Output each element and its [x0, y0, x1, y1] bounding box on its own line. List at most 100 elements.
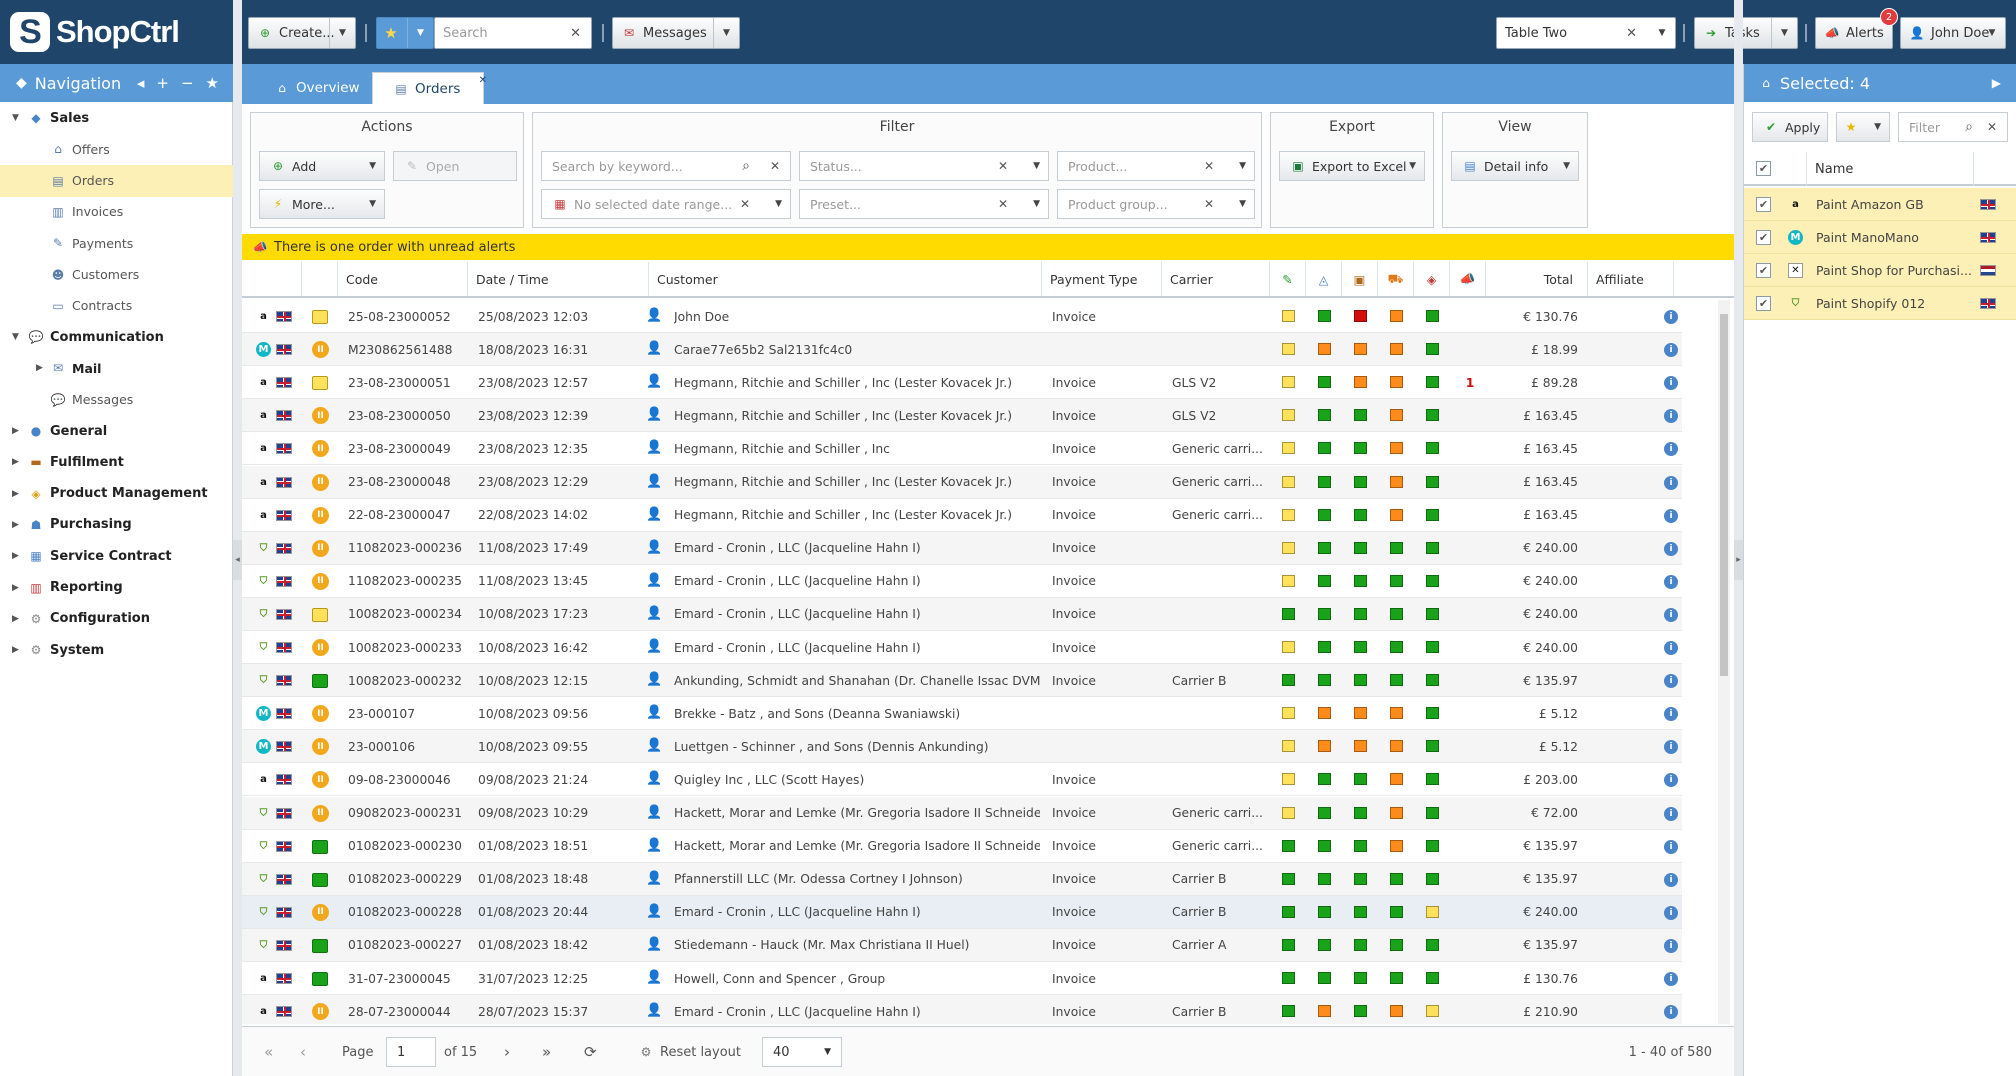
clear-icon[interactable]: ✕	[570, 26, 581, 41]
info-icon[interactable]: i	[1664, 839, 1678, 854]
chevron-down-icon[interactable]: ▼	[775, 199, 782, 209]
info-icon[interactable]: i	[1664, 310, 1678, 324]
table-row[interactable]: a II 23-08-23000048 23/08/2023 12:29 👤 Hegman…	[242, 465, 1682, 499]
sidebar-item-offers[interactable]: ⌂ Offers	[0, 133, 233, 165]
order-code[interactable]: 23-08-23000051	[348, 366, 473, 399]
search-input[interactable]: Search ✕	[434, 17, 592, 49]
clear-icon[interactable]: ✕	[740, 197, 750, 211]
grid-scrollbar[interactable]	[1718, 300, 1730, 1024]
caret-right-icon[interactable]: ▶	[12, 457, 19, 467]
clear-icon[interactable]: ✕	[1626, 26, 1637, 41]
tab-orders[interactable]: ▤ Orders ✕	[372, 72, 487, 104]
create-button[interactable]: ⊕ Create... ▼	[248, 17, 356, 49]
user-menu[interactable]: 👤 John Doe ▼	[1900, 17, 2006, 49]
order-code[interactable]: 01082023-000227	[348, 929, 473, 962]
total-column-header[interactable]: Total	[1486, 262, 1588, 296]
chevron-down-icon[interactable]: ▼	[824, 1047, 831, 1057]
tasks-button[interactable]: ➔ Tasks ▼	[1694, 17, 1798, 49]
order-code[interactable]: 22-08-23000047	[348, 499, 473, 532]
favorite-star-icon[interactable]: ★	[206, 74, 219, 92]
info-icon[interactable]: i	[1664, 806, 1678, 821]
info-icon[interactable]: i	[1664, 508, 1678, 523]
clear-icon[interactable]: ✕	[1987, 120, 1997, 134]
info-icon[interactable]: i	[1664, 938, 1678, 953]
chevron-down-icon[interactable]: ▼	[369, 161, 376, 171]
reset-layout-button[interactable]: ⚙ Reset layout	[638, 1027, 741, 1076]
caret-right-icon[interactable]: ▶	[12, 551, 19, 561]
caret-down-icon[interactable]: ▼	[12, 332, 19, 342]
order-code[interactable]: 23-08-23000049	[348, 432, 473, 465]
order-code[interactable]: 10082023-000234	[348, 598, 473, 631]
first-page-icon[interactable]: «	[264, 1027, 273, 1076]
product-select[interactable]: Product... ✕ ▼	[1057, 151, 1255, 181]
expand-all-icon[interactable]: +	[156, 74, 169, 92]
table-row[interactable]: ⛉ 10082023-000234 10/08/2023 17:23 👤 Emard -…	[242, 597, 1682, 631]
messages-button[interactable]: ✉ Messages ▼	[612, 17, 740, 49]
order-code[interactable]: 25-08-23000052	[348, 300, 473, 333]
add-button[interactable]: ⊕ Add ▼	[259, 151, 385, 181]
chevron-down-icon[interactable]: ▼	[1563, 161, 1570, 171]
collapse-all-icon[interactable]: −	[181, 74, 194, 92]
table-row[interactable]: a II 23-08-23000049 23/08/2023 12:35 👤 Hegman…	[242, 432, 1682, 466]
expand-right-icon[interactable]: ▶	[1992, 76, 2001, 90]
table-row[interactable]: ⛉ 01082023-000229 01/08/2023 18:48 👤 Pfanner…	[242, 862, 1682, 896]
page-size-select[interactable]: 40 ▼	[762, 1037, 842, 1067]
date-range-input[interactable]: ▦ No selected date range... ✕ ▼	[541, 189, 791, 219]
prev-page-icon[interactable]: ‹	[300, 1027, 306, 1076]
order-code[interactable]: M230862561488	[348, 333, 473, 366]
chevron-down-icon[interactable]: ▼	[1409, 161, 1416, 171]
chevron-down-icon[interactable]: ▼	[369, 199, 376, 209]
info-icon[interactable]: i	[1664, 541, 1678, 556]
row-checkbox[interactable]: ✔	[1756, 296, 1771, 311]
payment-type-column-header[interactable]: Payment Type	[1042, 262, 1162, 296]
chevron-down-icon[interactable]: ▼	[329, 18, 355, 48]
order-code[interactable]: 23-08-23000050	[348, 399, 473, 432]
chevron-down-icon[interactable]: ▼	[1033, 199, 1040, 209]
sidebar-item-communication[interactable]: ▼ 💬 Communication	[0, 321, 233, 353]
collapse-left-icon[interactable]: ◂	[137, 74, 145, 92]
selection-row[interactable]: ✔ ⛉ Paint Shopify 012	[1744, 287, 2016, 320]
more-button[interactable]: ⚡ More... ▼	[259, 189, 385, 219]
table-row[interactable]: a II 23-08-23000050 23/08/2023 12:39 👤 Hegman…	[242, 399, 1682, 433]
table-select[interactable]: Table Two ✕ ▼	[1496, 17, 1676, 49]
clear-icon[interactable]: ✕	[998, 159, 1008, 173]
favorites-button[interactable]: ★ ▼	[376, 17, 434, 49]
chevron-down-icon[interactable]: ▼	[713, 18, 739, 48]
next-page-icon[interactable]: ›	[504, 1027, 510, 1076]
tab-overview[interactable]: ⌂ Overview	[254, 72, 372, 104]
table-row[interactable]: ⛉ II 11082023-000235 11/08/2023 13:45 👤 Emard…	[242, 565, 1682, 598]
close-tab-icon[interactable]: ✕	[479, 75, 487, 86]
chevron-down-icon[interactable]: ▼	[1239, 161, 1246, 171]
table-row[interactable]: a II 28-07-23000044 28/07/2023 15:37 👤 Emard …	[242, 995, 1682, 1024]
info-icon[interactable]: i	[1664, 641, 1678, 655]
info-icon[interactable]: i	[1664, 872, 1678, 887]
tag-column-icon[interactable]: ◈	[1414, 262, 1450, 296]
info-icon[interactable]: i	[1664, 972, 1678, 986]
table-row[interactable]: ⛉ II 10082023-000233 10/08/2023 16:42 👤 Emard…	[242, 631, 1682, 664]
order-code[interactable]: 10082023-000233	[348, 631, 473, 664]
order-code[interactable]: 23-08-23000048	[348, 466, 473, 499]
alert-column-icon[interactable]: 📣	[1450, 262, 1486, 296]
sidebar-item-contracts[interactable]: ▭ Contracts	[0, 290, 233, 322]
refresh-icon[interactable]: ⟳	[584, 1027, 597, 1076]
row-checkbox[interactable]: ✔	[1756, 197, 1771, 212]
shopctrl-logo[interactable]: S ShopCtrl	[10, 10, 180, 54]
order-code[interactable]: 01082023-000230	[348, 830, 473, 863]
sidebar-item-orders[interactable]: ▤ Orders	[0, 164, 233, 197]
chevron-down-icon[interactable]: ▼	[1979, 18, 2005, 48]
clear-icon[interactable]: ✕	[770, 159, 780, 173]
sidebar-item-configuration[interactable]: ▶ ⚙ Configuration	[0, 603, 233, 635]
info-icon[interactable]: i	[1664, 475, 1678, 490]
scrollbar-thumb[interactable]	[1720, 314, 1728, 676]
apply-button[interactable]: ✔ Apply	[1752, 112, 1828, 142]
table-row[interactable]: a 23-08-23000051 23/08/2023 12:57 👤 Hegmann,…	[242, 366, 1682, 400]
chevron-down-icon[interactable]: ▼	[1649, 18, 1675, 48]
sidebar-item-sales[interactable]: ▼ ◆ Sales	[0, 102, 233, 134]
table-row[interactable]: a 25-08-23000052 25/08/2023 12:03 👤 John Doe…	[242, 300, 1682, 333]
sidebar-item-mail[interactable]: ▶ ✉ Mail	[0, 352, 233, 384]
info-icon[interactable]: i	[1664, 442, 1678, 457]
info-icon[interactable]: i	[1664, 707, 1678, 722]
table-row[interactable]: a II 22-08-23000047 22/08/2023 14:02 👤 Hegman…	[242, 499, 1682, 532]
sidebar-item-system[interactable]: ▶ ⚙ System	[0, 634, 233, 666]
selection-row[interactable]: ✔ a Paint Amazon GB	[1744, 188, 2016, 221]
